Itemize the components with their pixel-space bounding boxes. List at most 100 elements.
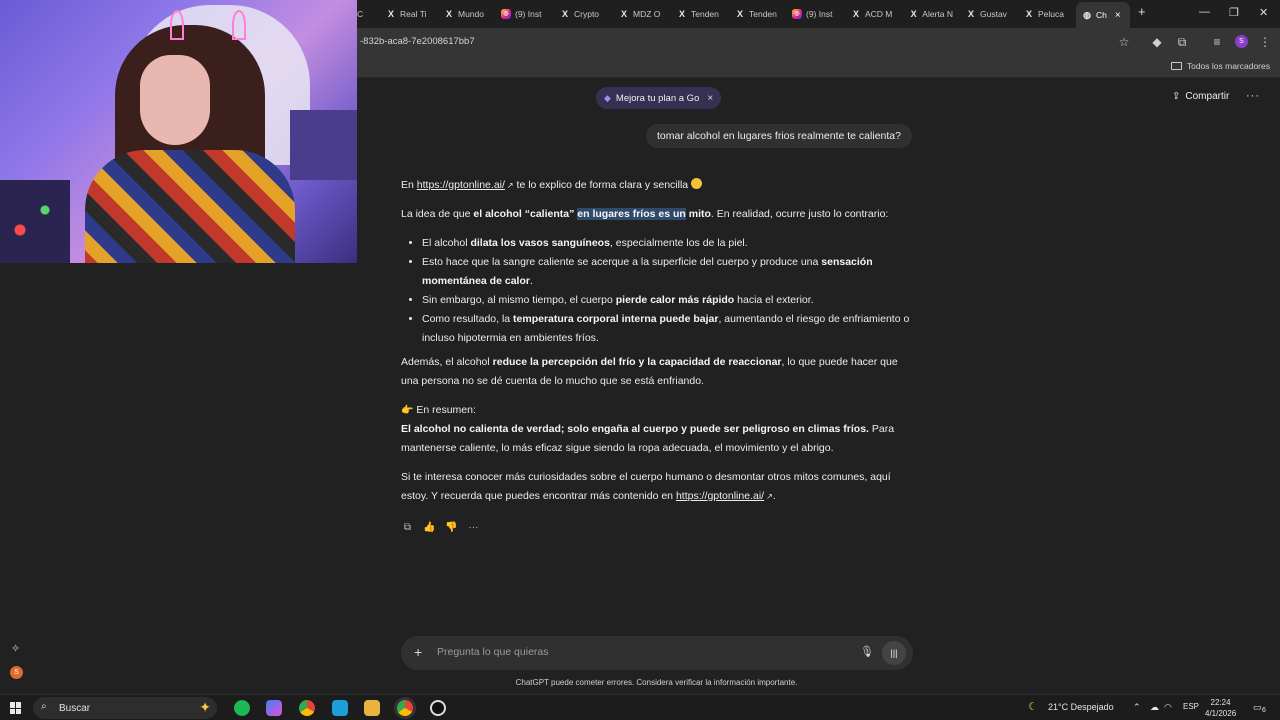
intro-paragraph: En https://gptonline.ai/↗ te lo explico … xyxy=(401,176,913,195)
notification-count: 6 xyxy=(1262,707,1266,714)
cloud-icon[interactable]: ☁ xyxy=(1150,702,1159,713)
thumbs-down-icon[interactable]: 👎 xyxy=(445,521,458,534)
diamond-icon: ◆ xyxy=(604,92,611,103)
list-item: Como resultado, la temperatura corporal … xyxy=(422,310,913,348)
clock[interactable]: 22:24 4/1/2026 xyxy=(1205,697,1236,719)
media-icon[interactable]: ≡ xyxy=(1210,35,1224,49)
voice-mode-icon[interactable]: ||| xyxy=(882,641,906,665)
all-bookmarks-label: Todos los marcadores xyxy=(1186,61,1270,71)
chevron-up-icon[interactable]: ⌃ xyxy=(1133,702,1141,713)
notification-icon[interactable]: ▭ xyxy=(1253,702,1262,713)
all-bookmarks-button[interactable]: Todos los marcadores xyxy=(1170,61,1270,71)
tab[interactable]: ◎ (9) Inst xyxy=(792,4,836,24)
search-icon: ⌕ xyxy=(41,701,47,712)
tab-active[interactable]: ◍ Ch × xyxy=(1076,2,1130,28)
more-icon[interactable]: ··· xyxy=(467,521,480,534)
x-logo-icon: X xyxy=(736,9,743,19)
text: te lo explico de forma clara y sencilla xyxy=(513,179,692,191)
x-logo-icon: X xyxy=(445,9,452,19)
x-logo-icon: X xyxy=(561,9,568,19)
menu-icon[interactable]: ⋮ xyxy=(1258,35,1272,49)
tab-label: (9) Inst xyxy=(515,9,542,19)
copy-icon[interactable]: ⧉ xyxy=(401,521,414,534)
chatgpt-icon[interactable] xyxy=(430,700,446,716)
taskbar: ⌕ Buscar ✦ ☾ 21°C Despejado ⌃ ☁ ◠ ESP 22… xyxy=(0,694,1280,720)
text: Si te interesa conocer más curiosidades … xyxy=(401,471,891,502)
gptonline-link[interactable]: https://gptonline.ai/ xyxy=(417,179,505,191)
url-field[interactable]: -832b-aca8-7e2008617bb7 xyxy=(360,36,475,47)
bullet-list: El alcohol dilata los vasos sanguíneos, … xyxy=(422,234,913,348)
share-icon: ⇪ xyxy=(1172,91,1181,102)
plus-icon[interactable]: + xyxy=(414,644,422,660)
tab[interactable]: X Gustav xyxy=(966,4,1010,24)
tab[interactable]: X Alerta N xyxy=(909,4,953,24)
closing-paragraph: Si te interesa conocer más curiosidades … xyxy=(401,468,913,506)
smile-emoji-icon xyxy=(691,178,703,189)
maximize-icon[interactable]: ❐ xyxy=(1229,6,1239,19)
new-tab-button[interactable]: + xyxy=(1138,4,1146,19)
account-avatar[interactable]: S xyxy=(10,666,23,679)
tab[interactable]: X ACD M xyxy=(851,4,895,24)
tab-label: Crypto xyxy=(574,9,600,19)
close-tab-icon[interactable]: × xyxy=(1115,10,1121,21)
folder-icon xyxy=(1170,62,1182,70)
tab[interactable]: X Mundo xyxy=(444,4,488,24)
bold-text: El alcohol no calienta de verdad; solo e… xyxy=(401,423,869,435)
share-button[interactable]: ⇪ Compartir xyxy=(1172,91,1229,102)
x-logo-icon: X xyxy=(620,9,627,19)
tab[interactable]: C xyxy=(357,4,369,24)
profile-avatar[interactable]: S xyxy=(1235,35,1248,48)
tab[interactable]: X Crypto xyxy=(560,4,604,24)
close-window-icon[interactable]: ✕ xyxy=(1259,6,1268,19)
tab-label: MDZ O xyxy=(633,9,661,19)
puzzle-icon[interactable]: ⧉ xyxy=(1175,35,1189,49)
tab-label: (9) Inst xyxy=(806,9,833,19)
tab-label: C xyxy=(357,9,364,19)
tab[interactable]: ◎ (9) Inst xyxy=(501,4,545,24)
bookmark-star-icon[interactable]: ☆ xyxy=(1117,35,1131,49)
sparkle-icon[interactable]: ✧ xyxy=(11,642,20,655)
minimize-icon[interactable]: — xyxy=(1199,6,1210,18)
x-logo-icon: X xyxy=(387,9,394,19)
spotify-icon[interactable] xyxy=(234,700,250,716)
christmas-lights xyxy=(0,180,70,263)
gptonline-link[interactable]: https://gptonline.ai/ xyxy=(676,490,764,502)
tab-label: Gustav xyxy=(980,9,1007,19)
tab-label: Ch xyxy=(1096,10,1107,20)
x-logo-icon: X xyxy=(1025,9,1032,19)
copilot-icon[interactable] xyxy=(266,700,282,716)
chrome-icon[interactable] xyxy=(299,700,315,716)
thumbs-up-icon[interactable]: 👍 xyxy=(423,521,436,534)
bold-text: el alcohol “calienta” xyxy=(473,208,578,220)
chrome-active-icon[interactable] xyxy=(397,700,413,716)
upgrade-plan-button[interactable]: ◆ Mejora tu plan a Go × xyxy=(596,87,722,109)
more-options-icon[interactable]: ··· xyxy=(1246,90,1260,102)
file-explorer-icon[interactable] xyxy=(364,700,380,716)
wifi-icon[interactable]: ◠ xyxy=(1164,702,1172,713)
language[interactable]: ESP xyxy=(1183,702,1199,711)
x-logo-icon: X xyxy=(678,9,685,19)
extension-icon[interactable]: ◆ xyxy=(1150,35,1164,49)
taskbar-search[interactable]: ⌕ Buscar ✦ xyxy=(33,697,217,719)
close-icon[interactable]: × xyxy=(707,93,713,104)
windows-start-icon[interactable] xyxy=(10,702,22,714)
text: . En realidad, ocurre justo lo contrario… xyxy=(710,208,889,220)
app-icon[interactable] xyxy=(332,700,348,716)
tab-label: Mundo xyxy=(458,9,484,19)
weather[interactable]: 21°C Despejado xyxy=(1048,702,1114,712)
text: La idea de que xyxy=(401,208,474,220)
tab-label: Real Ti xyxy=(400,9,427,19)
tab[interactable]: X Peluca xyxy=(1024,4,1070,24)
pointing-hand-icon: 👉 xyxy=(401,405,414,416)
paragraph-perception: Además, el alcohol reduce la percepción … xyxy=(401,353,913,391)
microphone-icon[interactable]: 🎙 xyxy=(860,645,874,658)
tab[interactable]: X MDZ O xyxy=(619,4,663,24)
list-item: El alcohol dilata los vasos sanguíneos, … xyxy=(422,234,913,253)
tab[interactable]: X Tenden xyxy=(677,4,721,24)
tab[interactable]: X Tenden xyxy=(735,4,779,24)
selected-text: en lugares fríos es un xyxy=(577,208,686,220)
tab-label: Tenden xyxy=(691,9,719,19)
x-logo-icon: X xyxy=(852,9,859,19)
tab[interactable]: X Real Ti xyxy=(386,4,430,24)
prompt-input[interactable]: Pregunta lo que quieras xyxy=(437,646,549,658)
